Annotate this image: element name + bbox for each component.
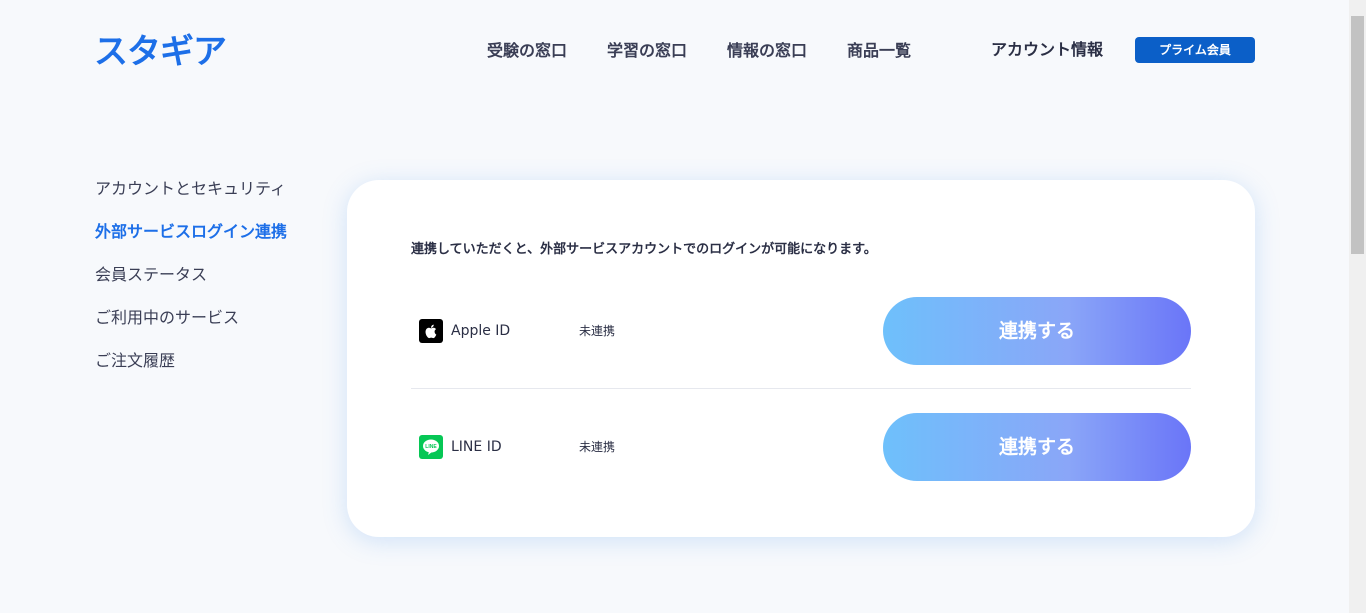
svg-text:LINE: LINE [425,444,437,450]
prime-member-button[interactable]: プライム会員 [1135,37,1255,63]
page-scrollbar[interactable] [1349,0,1366,613]
apple-icon [419,319,443,343]
nav-item-info[interactable]: 情報の窓口 [727,40,807,62]
nav-item-exam[interactable]: 受験の窓口 [487,40,567,62]
link-apple-button[interactable]: 連携する [883,297,1191,365]
nav-item-study[interactable]: 学習の窓口 [607,40,687,62]
nav-item-account[interactable]: アカウント情報 [991,39,1103,61]
login-link-card: 連携していただくと、外部サービスアカウントでのログインが可能になります。 App… [347,180,1255,537]
link-line-button[interactable]: 連携する [883,413,1191,481]
nav-item-products[interactable]: 商品一覧 [847,40,911,62]
status-label-line: 未連携 [579,440,616,454]
service-row-line: LINE LINE ID 未連携 連携する [411,413,1191,481]
service-name-line: LINE ID [451,439,502,455]
line-icon: LINE [419,435,443,459]
scrollbar-thumb[interactable] [1351,16,1364,254]
intro-text: 連携していただくと、外部サービスアカウントでのログインが可能になります。 [411,242,877,257]
row-divider [411,388,1191,389]
service-name-apple: Apple ID [451,323,511,339]
service-row-apple: Apple ID 未連携 連携する [411,297,1191,365]
sidebar-item-member-status[interactable]: 会員ステータス [95,264,207,286]
sidebar-item-external-login[interactable]: 外部サービスログイン連携 [95,221,287,243]
sidebar-item-services[interactable]: ご利用中のサービス [95,307,239,329]
sidebar-item-account-security[interactable]: アカウントとセキュリティ [95,178,286,200]
sidebar-item-order-history[interactable]: ご注文履歴 [95,350,175,372]
status-label-apple: 未連携 [579,324,616,338]
site-logo[interactable]: スタギア [94,30,227,74]
